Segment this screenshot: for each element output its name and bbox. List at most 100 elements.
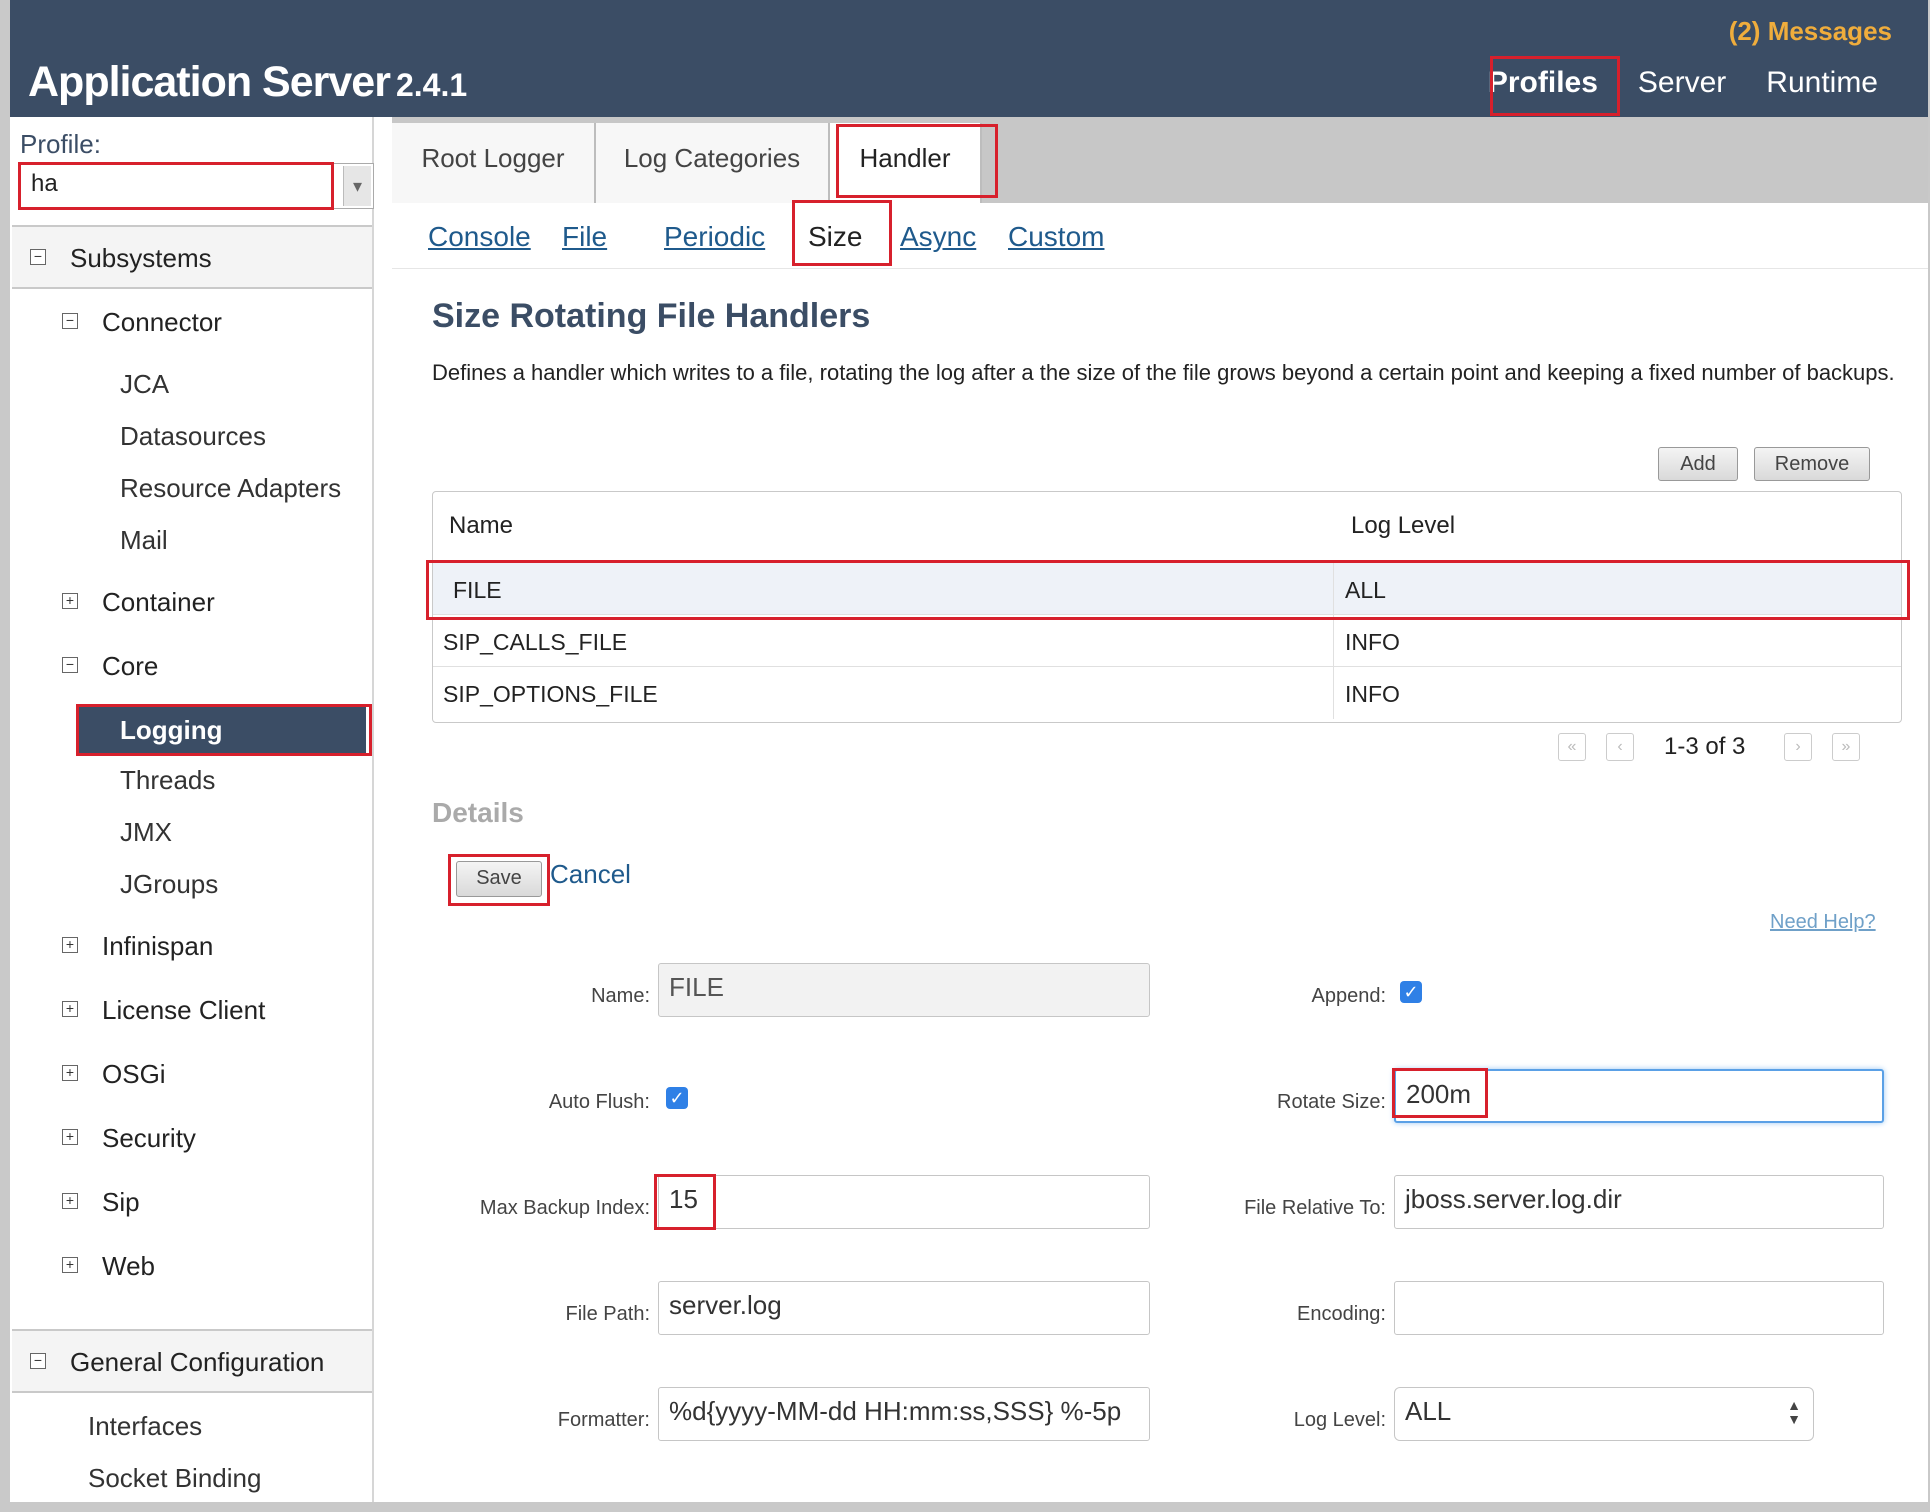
next-page-icon[interactable]: › bbox=[1784, 733, 1812, 761]
tree-security[interactable]: Security bbox=[102, 1123, 196, 1154]
sidebar-item-resource-adapters[interactable]: Resource Adapters bbox=[120, 473, 341, 504]
collapse-icon[interactable]: − bbox=[62, 313, 78, 329]
section-general-configuration[interactable]: − General Configuration bbox=[12, 1329, 372, 1393]
app-window: Application Server 2.4.1 (2) Messages Pro… bbox=[0, 0, 1930, 1512]
log-level-select[interactable]: ALL ▲ ▼ bbox=[1394, 1387, 1814, 1441]
label-append: Append: bbox=[1311, 985, 1386, 1007]
name-field[interactable]: FILE bbox=[658, 963, 1150, 1017]
subnav-console[interactable]: Console bbox=[428, 221, 531, 253]
first-page-icon[interactable]: « bbox=[1558, 733, 1586, 761]
formatter-field[interactable]: %d{yyyy-MM-dd HH:mm:ss,SSS} %-5p bbox=[658, 1387, 1150, 1441]
label-file-relative-to: File Relative To: bbox=[1244, 1197, 1386, 1219]
brand-name: Application Server bbox=[28, 58, 391, 106]
sidebar-item-socket-binding[interactable]: Socket Binding bbox=[88, 1463, 261, 1494]
row-level: INFO bbox=[1345, 681, 1400, 707]
tree-sip[interactable]: Sip bbox=[102, 1187, 140, 1218]
label-rotate-size: Rotate Size: bbox=[1277, 1091, 1386, 1113]
sidebar-item-jca[interactable]: JCA bbox=[120, 369, 169, 400]
brand-version: 2.4.1 bbox=[395, 67, 468, 103]
chevron-down-icon[interactable]: ▾ bbox=[343, 166, 371, 206]
tab-log-categories[interactable]: Log Categories bbox=[596, 123, 830, 203]
expand-icon[interactable]: + bbox=[62, 1193, 78, 1209]
subnav-size[interactable]: Size bbox=[808, 221, 862, 253]
pager-label: 1-3 of 3 bbox=[1664, 733, 1746, 760]
tree-connector[interactable]: Connector bbox=[102, 307, 222, 338]
expand-icon[interactable]: + bbox=[62, 593, 78, 609]
cell-divider bbox=[1333, 667, 1334, 719]
sidebar-item-logging[interactable]: Logging bbox=[78, 707, 366, 753]
need-help-link[interactable]: Need Help? bbox=[1770, 911, 1876, 934]
top-header: Application Server 2.4.1 (2) Messages Pro… bbox=[10, 0, 1928, 117]
nav-runtime[interactable]: Runtime bbox=[1746, 66, 1898, 100]
expand-icon[interactable]: + bbox=[62, 1001, 78, 1017]
rotate-size-field[interactable]: 200m bbox=[1394, 1069, 1884, 1123]
collapse-icon[interactable]: − bbox=[30, 1353, 46, 1369]
tab-handler[interactable]: Handler bbox=[830, 123, 982, 203]
last-page-icon[interactable]: » bbox=[1832, 733, 1860, 761]
file-relative-to-field[interactable]: jboss.server.log.dir bbox=[1394, 1175, 1884, 1229]
max-backup-index-field[interactable]: 15 bbox=[658, 1175, 1150, 1229]
profile-label: Profile: bbox=[20, 129, 101, 159]
row-name: SIP_CALLS_FILE bbox=[443, 629, 628, 655]
subnav-custom[interactable]: Custom bbox=[1008, 221, 1104, 253]
profile-select[interactable]: ha ▾ bbox=[20, 163, 374, 209]
expand-icon[interactable]: + bbox=[62, 937, 78, 953]
table-row[interactable]: FILE ALL bbox=[433, 562, 1901, 615]
label-log-level: Log Level: bbox=[1293, 1409, 1386, 1431]
expand-icon[interactable]: + bbox=[62, 1257, 78, 1273]
tree-osgi[interactable]: OSGi bbox=[102, 1059, 166, 1090]
log-level-value: ALL bbox=[1405, 1396, 1452, 1426]
collapse-icon[interactable]: − bbox=[62, 657, 78, 673]
sidebar-item-datasources[interactable]: Datasources bbox=[120, 421, 266, 452]
save-button[interactable]: Save bbox=[456, 861, 542, 897]
subnav-periodic[interactable]: Periodic bbox=[664, 221, 765, 253]
row-level: ALL bbox=[1345, 577, 1386, 603]
cell-divider bbox=[1333, 615, 1334, 667]
cancel-link[interactable]: Cancel bbox=[550, 859, 631, 890]
add-button[interactable]: Add bbox=[1658, 447, 1738, 481]
cell-divider bbox=[1333, 563, 1334, 615]
table-row[interactable]: SIP_OPTIONS_FILE INFO bbox=[433, 666, 1901, 719]
remove-button[interactable]: Remove bbox=[1754, 447, 1870, 481]
sidebar: Profile: ha ▾ − Subsystems − Connector J… bbox=[10, 117, 374, 1502]
table-row[interactable]: SIP_CALLS_FILE INFO bbox=[433, 614, 1901, 667]
sidebar-item-interfaces[interactable]: Interfaces bbox=[88, 1411, 202, 1442]
main-content: Root Logger Log Categories Handler Conso… bbox=[392, 117, 1928, 1502]
tree-web[interactable]: Web bbox=[102, 1251, 155, 1282]
column-header-log-level[interactable]: Log Level bbox=[1351, 512, 1455, 540]
section-subsystems-label: Subsystems bbox=[70, 243, 212, 273]
messages-link[interactable]: (2) Messages bbox=[1729, 16, 1892, 47]
sidebar-item-mail[interactable]: Mail bbox=[120, 525, 168, 556]
expand-icon[interactable]: + bbox=[62, 1129, 78, 1145]
tree-core[interactable]: Core bbox=[102, 651, 158, 682]
handler-subnav: Console File Periodic Size Async Custom bbox=[392, 203, 1928, 269]
expand-icon[interactable]: + bbox=[62, 1065, 78, 1081]
profile-value: ha bbox=[31, 170, 58, 197]
section-general-label: General Configuration bbox=[70, 1347, 325, 1377]
sidebar-item-threads[interactable]: Threads bbox=[120, 765, 215, 796]
row-level: INFO bbox=[1345, 629, 1400, 655]
sidebar-item-jgroups[interactable]: JGroups bbox=[120, 869, 218, 900]
nav-profiles[interactable]: Profiles bbox=[1468, 66, 1618, 100]
encoding-field[interactable] bbox=[1394, 1281, 1884, 1335]
auto-flush-checkbox[interactable]: ✓ bbox=[666, 1087, 688, 1109]
nav-server[interactable]: Server bbox=[1618, 66, 1746, 100]
section-subsystems[interactable]: − Subsystems bbox=[12, 225, 372, 289]
tab-root-logger[interactable]: Root Logger bbox=[392, 123, 596, 203]
column-header-name[interactable]: Name bbox=[449, 512, 513, 540]
file-path-field[interactable]: server.log bbox=[658, 1281, 1150, 1335]
tree-license-client[interactable]: License Client bbox=[102, 995, 265, 1026]
tab-bar: Root Logger Log Categories Handler bbox=[392, 117, 1928, 203]
page-description: Defines a handler which writes to a file… bbox=[432, 360, 1895, 385]
subnav-file[interactable]: File bbox=[562, 221, 607, 253]
tree-infinispan[interactable]: Infinispan bbox=[102, 931, 213, 962]
page-title: Size Rotating File Handlers bbox=[432, 297, 871, 335]
collapse-icon[interactable]: − bbox=[30, 249, 46, 265]
label-name: Name: bbox=[591, 985, 650, 1007]
tree-container[interactable]: Container bbox=[102, 587, 215, 618]
sidebar-item-jmx[interactable]: JMX bbox=[120, 817, 172, 848]
top-nav: Profiles Server Runtime bbox=[1468, 66, 1898, 100]
subnav-async[interactable]: Async bbox=[900, 221, 976, 253]
prev-page-icon[interactable]: ‹ bbox=[1606, 733, 1634, 761]
append-checkbox[interactable]: ✓ bbox=[1400, 981, 1422, 1003]
